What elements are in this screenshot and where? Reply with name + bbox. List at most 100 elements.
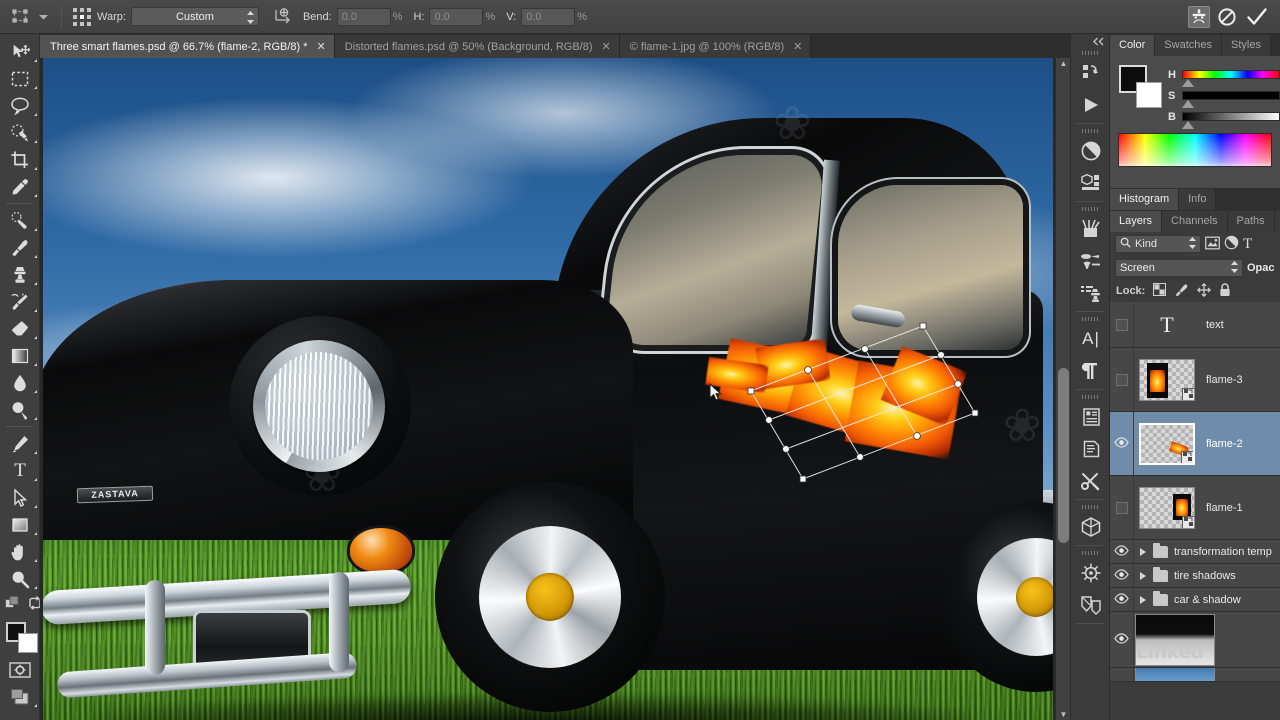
layer-row-partial[interactable] <box>1110 668 1280 682</box>
rail-group-grip[interactable] <box>1071 502 1109 511</box>
tool-clone-stamp-tool[interactable] <box>0 261 40 288</box>
eye-icon[interactable] <box>1114 436 1129 451</box>
layer-name[interactable]: flame-3 <box>1200 374 1280 386</box>
rail-group-grip[interactable] <box>1071 548 1109 557</box>
close-icon[interactable]: ✕ <box>602 40 611 53</box>
tab-channels[interactable]: Channels <box>1162 211 1228 232</box>
layer-thumbnail-cell[interactable] <box>1134 668 1216 681</box>
color-spectrum-ramp[interactable] <box>1118 133 1272 167</box>
rail-group-grip[interactable] <box>1071 126 1109 135</box>
paragraph-styles-icon[interactable] <box>1071 433 1111 465</box>
tab-color[interactable]: Color <box>1110 35 1156 56</box>
canvas-area[interactable]: ZASTAVA ▲ ▼ <box>40 58 1070 720</box>
adjustments-panel-icon[interactable] <box>1071 135 1111 167</box>
scroll-down-arrow[interactable]: ▼ <box>1056 710 1070 719</box>
toggle-warp-mode-icon[interactable] <box>1188 5 1210 28</box>
layer-row-flame-3[interactable]: flame-3 <box>1110 348 1280 412</box>
color-swatches[interactable] <box>0 620 40 654</box>
tool-presets-icon[interactable] <box>1071 465 1111 497</box>
commit-transform-icon[interactable] <box>1246 6 1268 28</box>
document-tab-1[interactable]: Distorted flames.psd @ 50% (Background, … <box>334 35 620 58</box>
layer-visibility-toggle[interactable] <box>1110 540 1134 563</box>
document-tab-2[interactable]: © flame-1.jpg @ 100% (RGB/8) ✕ <box>619 35 812 58</box>
layer-thumbnail-cell[interactable] <box>1134 486 1200 529</box>
reference-point-grid-icon[interactable] <box>69 6 95 28</box>
group-expand-arrow-icon[interactable] <box>1140 547 1146 556</box>
lock-position-icon[interactable] <box>1197 282 1212 300</box>
layer-visibility-toggle[interactable] <box>1110 476 1134 539</box>
layer-row-tire-shadows[interactable]: tire shadows <box>1110 564 1280 588</box>
group-expand-arrow-icon[interactable] <box>1140 571 1146 580</box>
layer-row-gradient[interactable]: Linked in gradient <box>1110 612 1280 668</box>
layer-row-flame-2[interactable]: flame-2 <box>1110 412 1280 476</box>
blend-mode-select[interactable]: Screen <box>1115 259 1243 277</box>
close-icon[interactable]: ✕ <box>317 40 326 53</box>
layer-thumbnail-cell[interactable]: Linked <box>1134 613 1216 666</box>
warp-v-input[interactable]: 0.0 <box>521 7 576 26</box>
collapse-panels-icon[interactable] <box>1071 34 1109 48</box>
layer-visibility-toggle[interactable] <box>1110 302 1134 347</box>
background-color-swatch[interactable] <box>18 633 38 653</box>
tool-path-selection-tool[interactable] <box>0 484 40 511</box>
character-panel-icon[interactable]: A| <box>1071 323 1111 355</box>
layer-name[interactable]: flame-1 <box>1200 502 1280 514</box>
rail-group-grip[interactable] <box>1071 48 1109 57</box>
tool-preset-icon[interactable] <box>10 6 32 28</box>
layer-visibility-toggle[interactable] <box>1110 612 1134 667</box>
brightness-slider-row[interactable]: B <box>1168 106 1280 129</box>
layer-name[interactable]: car & shadow <box>1168 594 1280 606</box>
tab-layers[interactable]: Layers <box>1110 211 1163 232</box>
bend-input[interactable]: 0.0 <box>336 7 391 26</box>
layer-row-text[interactable]: T text <box>1110 302 1280 348</box>
tool-eraser-tool[interactable] <box>0 315 40 342</box>
layer-visibility-toggle[interactable] <box>1110 564 1134 587</box>
layer-filter-kind-select[interactable]: Kind <box>1115 235 1201 253</box>
3d-properties-icon[interactable] <box>1071 167 1111 199</box>
eye-icon[interactable] <box>1114 632 1129 647</box>
stepper-arrows-icon[interactable] <box>1189 236 1196 252</box>
adjustment-layer-filter-icon[interactable] <box>1224 235 1239 253</box>
document-artboard[interactable]: ZASTAVA <box>43 58 1053 720</box>
tool-pen-tool[interactable] <box>0 430 40 457</box>
rail-group-grip[interactable] <box>1071 392 1109 401</box>
tool-gradient-tool[interactable] <box>0 342 40 369</box>
warp-h-input[interactable]: 0.0 <box>429 7 484 26</box>
scrollbar-thumb[interactable] <box>1058 368 1069 543</box>
brush-presets-icon[interactable] <box>1071 213 1111 245</box>
layer-list[interactable]: T text flame-3 flame-2 flame-1 transform… <box>1110 302 1280 682</box>
layer-name[interactable]: tire shadows <box>1168 570 1280 582</box>
notes-panel-icon[interactable] <box>1071 589 1111 621</box>
tab-histogram[interactable]: Histogram <box>1110 189 1180 210</box>
document-tab-0[interactable]: Three smart flames.psd @ 66.7% (flame-2,… <box>40 35 335 58</box>
cancel-transform-icon[interactable] <box>1216 6 1238 28</box>
layer-name[interactable]: transformation temp <box>1168 546 1280 558</box>
history-panel-icon[interactable] <box>1071 57 1111 89</box>
layer-visibility-toggle[interactable] <box>1110 412 1134 475</box>
rail-group-grip[interactable] <box>1071 204 1109 213</box>
edit-toolbar-icon[interactable] <box>5 595 19 613</box>
scroll-up-arrow[interactable]: ▲ <box>1056 59 1070 68</box>
tab-paths[interactable]: Paths <box>1227 211 1275 232</box>
tool-rectangle-tool[interactable] <box>0 511 40 538</box>
change-warp-orientation-icon[interactable] <box>271 6 295 28</box>
layer-visibility-toggle[interactable] <box>1110 348 1134 411</box>
layer-row-car-and-shadow[interactable]: car & shadow <box>1110 588 1280 612</box>
lock-image-pixels-icon[interactable] <box>1174 283 1189 300</box>
tool-lasso-tool[interactable] <box>0 92 40 119</box>
saturation-slider-track[interactable] <box>1182 91 1280 100</box>
saturation-slider-row[interactable]: S <box>1168 85 1280 108</box>
hue-slider-track[interactable] <box>1182 70 1280 79</box>
tab-styles[interactable]: Styles <box>1222 35 1271 56</box>
character-styles-icon[interactable] <box>1071 401 1111 433</box>
tool-spot-healing-brush-tool[interactable] <box>0 207 40 234</box>
tool-move-tool[interactable] <box>0 38 40 65</box>
hue-slider-row[interactable]: H <box>1168 64 1280 87</box>
rail-group-grip[interactable] <box>1071 314 1109 323</box>
tool-quick-selection-tool[interactable] <box>0 119 40 146</box>
flame-2-layer-content[interactable] <box>703 313 993 513</box>
layer-row-transformation-temp[interactable]: transformation temp <box>1110 540 1280 564</box>
lock-transparent-pixels-icon[interactable] <box>1153 282 1167 299</box>
layer-name[interactable]: flame-2 <box>1200 438 1280 450</box>
tool-hand-tool[interactable] <box>0 538 40 565</box>
brush-settings-icon[interactable] <box>1071 245 1111 277</box>
